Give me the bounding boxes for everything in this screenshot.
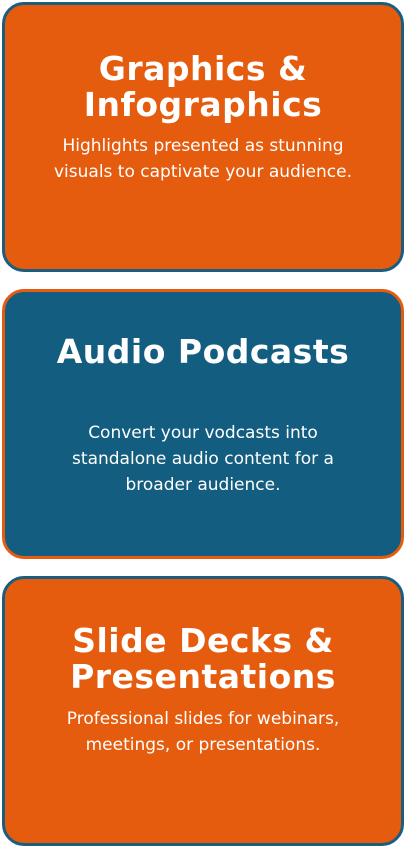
card-description-line: Professional slides for webinars, [66, 709, 340, 729]
card-title-line: Graphics & [98, 49, 308, 88]
card-description-line: standalone audio content for a [72, 449, 334, 469]
card-title: Slide Decks & Presentations [5, 623, 401, 695]
card-title: Audio Podcasts [5, 334, 401, 370]
card-title-line: Presentations [70, 657, 336, 696]
card-description-line: Highlights presented as stunning [62, 136, 344, 156]
card-description: Convert your vodcasts into standalone au… [35, 420, 371, 498]
card-description-line: meetings, or presentations. [85, 735, 321, 755]
card-slide-decks-presentations[interactable]: Slide Decks & Presentations Professional… [2, 576, 404, 846]
card-description-line: visuals to captivate your audience. [53, 162, 352, 182]
card-title-line: Infographics [83, 85, 323, 124]
card-audio-podcasts[interactable]: Audio Podcasts Convert your vodcasts int… [2, 289, 404, 559]
card-title: Graphics & Infographics [5, 51, 401, 123]
card-graphics-infographics[interactable]: Graphics & Infographics Highlights prese… [2, 2, 404, 272]
card-title-line: Slide Decks & [72, 621, 334, 660]
card-description: Professional slides for webinars, meetin… [35, 706, 371, 758]
card-description-line: Convert your vodcasts into [88, 423, 318, 443]
card-description-line: broader audience. [125, 475, 281, 495]
card-title-line: Audio Podcasts [56, 332, 350, 371]
card-description: Highlights presented as stunning visuals… [35, 133, 371, 185]
